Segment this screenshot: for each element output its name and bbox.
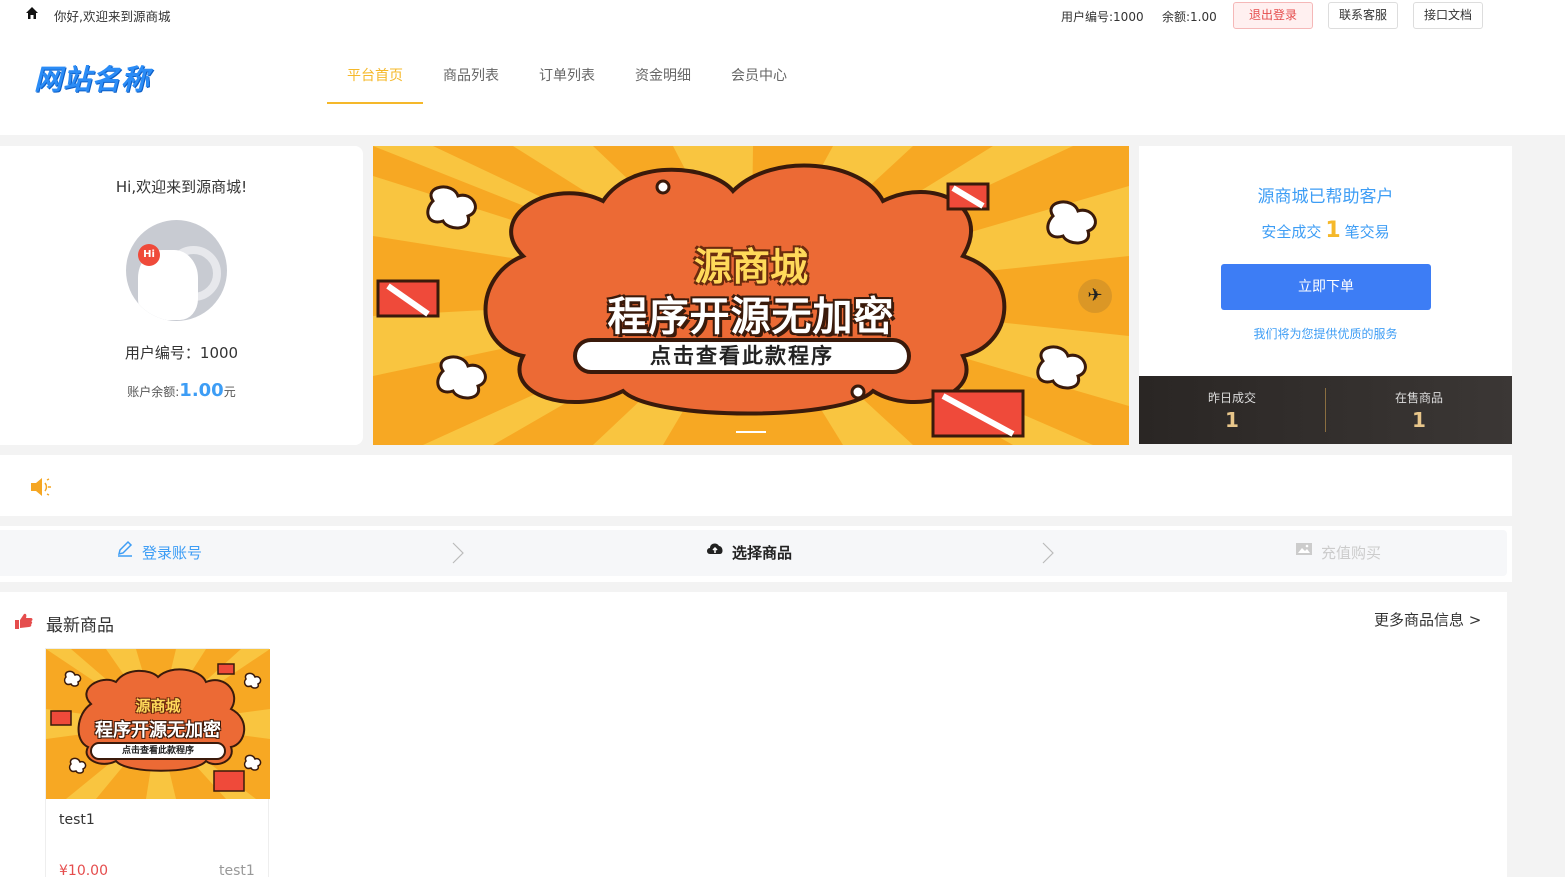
on-sale-stat: 在售商品 1 [1326,376,1512,444]
top-bar: 你好,欢迎来到源商城 用户编号:1000 余额:1.00 退出登录 联系客服 接… [0,0,1565,30]
product-card[interactable]: 源商城 程序开源无加密 点击查看此款程序 test1 ¥10.00 test1 [45,648,270,877]
step-select[interactable]: 选择商品 [706,530,792,576]
stats-panel: 源商城已帮助客户 安全成交 1 笔交易 立即下单 我们将为您提供优质的服务 [1139,146,1512,376]
account-balance: 账户余额:1.00元 [0,380,363,401]
promo-banner[interactable]: 源商城 程序开源无加密 点击查看此款程序 ✈ [373,146,1129,445]
chevron-right-icon [1042,542,1054,564]
avatar[interactable]: Hi [126,220,227,321]
nav-item-member[interactable]: 会员中心 [711,30,807,104]
yesterday-value: 1 [1225,408,1239,432]
step-login-label: 登录账号 [142,544,203,562]
section-title: 最新商品 [46,616,114,636]
order-now-button[interactable]: 立即下单 [1221,264,1431,310]
banner-subtitle: 程序开源无加密 [607,294,895,340]
purchase-steps: 登录账号 选择商品 充值购买 [0,526,1512,582]
main-nav: 平台首页 商品列表 订单列表 资金明细 会员中心 [327,30,807,104]
home-icon[interactable] [25,6,39,20]
product-image[interactable]: 源商城 程序开源无加密 点击查看此款程序 [46,649,270,799]
welcome-text: Hi,欢迎来到源商城! [115,178,248,196]
balance-text: 余额:1.00 [1162,10,1217,24]
chevron-right-icon [452,542,464,564]
banner-title: 源商城 [693,245,808,289]
user-id-label: 用户编号：1000 [124,344,239,362]
step-select-label: 选择商品 [732,544,793,562]
yesterday-label: 昨日成交 [1207,391,1256,405]
step-login[interactable]: 登录账号 [116,530,202,576]
header: 网站名称 平台首页 商品列表 订单列表 资金明细 会员中心 [0,30,1565,135]
steps-track: 登录账号 选择商品 充值购买 [0,530,1507,576]
cloud-upload-icon [707,543,723,554]
balance-label: 账户余额: [127,385,180,399]
stats-suffix: 笔交易 [1344,223,1390,241]
banner-pagination-dot[interactable] [736,431,766,433]
user-panel: Hi,欢迎来到源商城! Hi 用户编号：1000 账户余额:1.00元 [0,146,363,445]
latest-products: 最新商品 更多商品信息 > 源商城 程序开源无加密 点击查看此款程序 test1… [0,592,1507,877]
stats-prefix: 安全成交 [1261,223,1322,241]
product-tag: test1 [219,863,255,877]
product-name[interactable]: test1 [59,812,95,828]
nav-item-funds[interactable]: 资金明细 [615,30,711,104]
avatar-hi-badge: Hi [138,244,160,266]
more-products-link[interactable]: 更多商品信息 > [1374,609,1481,630]
nav-item-products[interactable]: 商品列表 [423,30,519,104]
greeting-text: 你好,欢迎来到源商城 [54,9,171,24]
image-icon [1296,543,1312,555]
api-docs-button[interactable]: 接口文档 [1413,2,1483,29]
stats-count: 1 [1325,218,1341,243]
banner-cta-button[interactable]: 点击查看此款程序 [573,338,911,374]
site-logo[interactable]: 网站名称 [34,58,150,98]
product-image-button: 点击查看此款程序 [90,742,226,760]
product-image-subtitle: 程序开源无加密 [95,720,221,741]
contact-service-button[interactable]: 联系客服 [1328,2,1398,29]
edit-icon [117,540,133,557]
stats-bar: 昨日成交 1 在售商品 1 [1139,376,1512,444]
balance-value: 1.00 [179,380,224,401]
step-recharge[interactable]: 充值购买 [1295,530,1381,576]
user-id-text: 用户编号:1000 [1061,10,1144,24]
balance-unit: 元 [223,385,236,399]
nav-item-home[interactable]: 平台首页 [327,30,423,104]
service-note: 我们将为您提供优质的服务 [1253,327,1398,341]
thumbs-up-icon [15,613,33,629]
on-sale-value: 1 [1412,408,1426,432]
on-sale-label: 在售商品 [1394,391,1443,405]
nav-item-orders[interactable]: 订单列表 [519,30,615,104]
product-price: ¥10.00 [59,863,108,877]
stats-transactions: 安全成交 1 笔交易 [1139,218,1512,243]
notice-bar [0,455,1512,516]
yesterday-stat: 昨日成交 1 [1139,376,1325,444]
banner-next-arrow-icon[interactable]: ✈ [1078,279,1112,313]
step-recharge-label: 充值购买 [1321,544,1382,562]
logout-button[interactable]: 退出登录 [1233,2,1313,29]
stats-headline: 源商城已帮助客户 [1257,187,1394,207]
product-image-title: 源商城 [135,697,181,715]
speaker-icon [31,478,51,496]
